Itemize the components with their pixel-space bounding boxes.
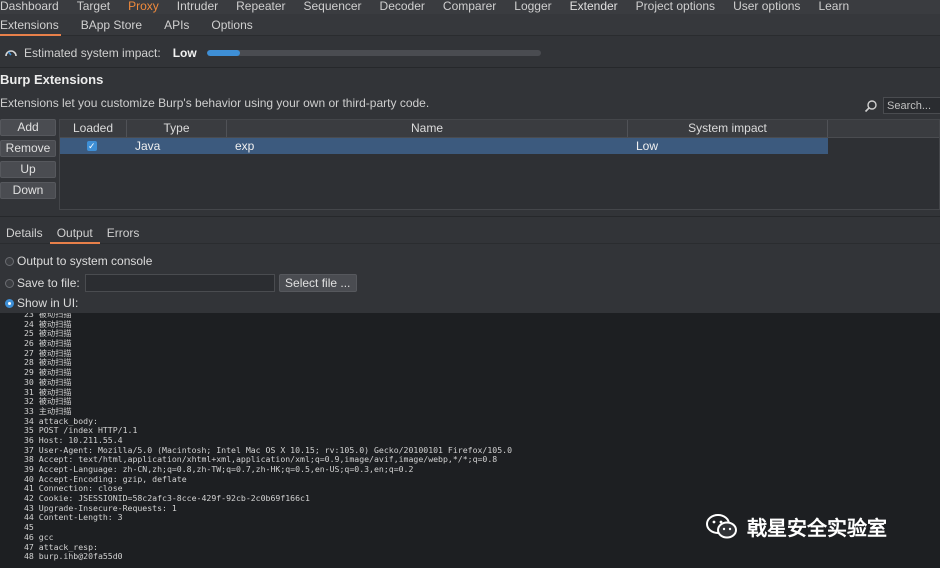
console-line: 24 被动扫描	[24, 318, 72, 329]
save-to-file-radio[interactable]	[5, 278, 14, 288]
column-header-system-impact[interactable]: System impact	[628, 120, 828, 137]
console-line: 30 被动扫描	[24, 376, 72, 387]
console-line: 28 被动扫描	[24, 357, 72, 368]
tab-details[interactable]: Details	[0, 224, 50, 243]
console-line: 25 被动扫描	[24, 328, 72, 339]
name-cell: exp	[235, 139, 255, 153]
menu-tab-project-options[interactable]: Project options	[627, 0, 724, 14]
option-show-in-ui[interactable]: Show in UI:	[5, 296, 78, 310]
tab-errors[interactable]: Errors	[100, 224, 147, 243]
add-button[interactable]: Add	[0, 119, 56, 136]
panel-divider	[0, 216, 940, 217]
watermark: 戟星安全实验室	[706, 512, 887, 541]
subtab-extensions[interactable]: Extensions	[0, 15, 70, 36]
tab-output[interactable]: Output	[49, 224, 100, 244]
system-impact-row: Estimated system impact: Low	[0, 43, 940, 63]
extension-search	[864, 97, 940, 114]
menu-tab-logger[interactable]: Logger	[505, 0, 560, 14]
extension-buttons: Add Remove Up Down	[0, 119, 56, 203]
console-line: 27 被动扫描	[24, 347, 72, 358]
console-line: 26 被动扫描	[24, 338, 72, 349]
console-line: 29 被动扫描	[24, 367, 72, 378]
extensions-table: Loaded Type Name System impact Java exp …	[59, 119, 940, 210]
menu-tab-user-options[interactable]: User options	[724, 0, 809, 14]
subtab-bapp-store[interactable]: BApp Store	[70, 15, 153, 35]
impact-cell: Low	[636, 139, 659, 153]
menu-tab-repeater[interactable]: Repeater	[227, 0, 294, 14]
search-icon[interactable]	[864, 99, 878, 113]
subtab-options[interactable]: Options	[200, 15, 263, 35]
menu-tab-decoder[interactable]: Decoder	[371, 0, 434, 14]
menu-tab-learn[interactable]: Learn	[809, 0, 858, 14]
impact-level-fill	[206, 50, 241, 56]
system-console-radio[interactable]	[5, 256, 14, 266]
save-to-file-label: Save to file:	[17, 276, 80, 290]
system-console-label: Output to system console	[17, 254, 153, 268]
menu-tab-dashboard[interactable]: Dashboard	[0, 0, 68, 14]
console-line: 44 Content-Length: 3	[24, 512, 123, 523]
show-in-ui-label: Show in UI:	[17, 296, 79, 310]
gauge-icon	[5, 50, 17, 57]
section-title: Burp Extensions	[0, 72, 104, 87]
option-system-console[interactable]: Output to system console	[5, 254, 152, 268]
extension-detail-tabs: Details Output Errors	[0, 224, 940, 244]
up-button[interactable]: Up	[0, 161, 56, 178]
column-header-type[interactable]: Type	[127, 120, 227, 137]
watermark-text: 戟星安全实验室	[747, 516, 887, 540]
table-row[interactable]: Java exp Low	[60, 138, 828, 154]
impact-value: Low	[172, 46, 197, 60]
file-path-input[interactable]	[84, 274, 275, 292]
menu-tab-comparer[interactable]: Comparer	[434, 0, 505, 14]
column-header-name[interactable]: Name	[227, 120, 628, 137]
menu-tab-extender[interactable]: Extender	[561, 0, 627, 16]
option-save-to-file[interactable]: Save to file: Select file ...	[5, 274, 357, 292]
menu-tab-intruder[interactable]: Intruder	[168, 0, 227, 14]
console-line: 23 被动扫描	[24, 313, 72, 319]
remove-button[interactable]: Remove	[0, 140, 56, 157]
section-divider	[0, 67, 940, 68]
table-header: Loaded Type Name System impact	[60, 120, 939, 138]
type-cell: Java	[135, 139, 161, 153]
loaded-checkbox[interactable]	[87, 138, 97, 154]
column-header-loaded[interactable]: Loaded	[60, 120, 127, 137]
select-file-button[interactable]: Select file ...	[278, 274, 357, 292]
down-button[interactable]: Down	[0, 182, 56, 199]
console-line: 32 被动扫描	[24, 396, 72, 407]
menu-tab-sequencer[interactable]: Sequencer	[295, 0, 371, 14]
impact-level-bar	[206, 50, 541, 56]
show-in-ui-radio[interactable]	[5, 298, 14, 308]
menu-tab-proxy[interactable]: Proxy	[119, 0, 168, 14]
subtab-apis[interactable]: APIs	[153, 15, 200, 35]
wechat-icon	[706, 513, 737, 538]
console-text: 23 被动扫描 24 被动扫描 25 被动扫描 26 被动扫描 27 被动扫描 28 被动…	[24, 313, 512, 562]
console-line: 31 被动扫描	[24, 386, 72, 397]
loaded-cell	[60, 138, 127, 154]
section-description: Extensions let you customize Burp's beha…	[0, 96, 430, 110]
menu-tab-target[interactable]: Target	[68, 0, 119, 14]
console-line: 48 burp.ihb@20fa55d0	[24, 551, 123, 562]
search-input[interactable]	[883, 97, 940, 114]
impact-label: Estimated system impact:	[24, 46, 161, 60]
main-menu-bar: Dashboard Target Proxy Intruder Repeater…	[0, 0, 940, 16]
console-line: 45	[24, 522, 34, 533]
extender-subtabs: Extensions BApp Store APIs Options	[0, 14, 940, 36]
